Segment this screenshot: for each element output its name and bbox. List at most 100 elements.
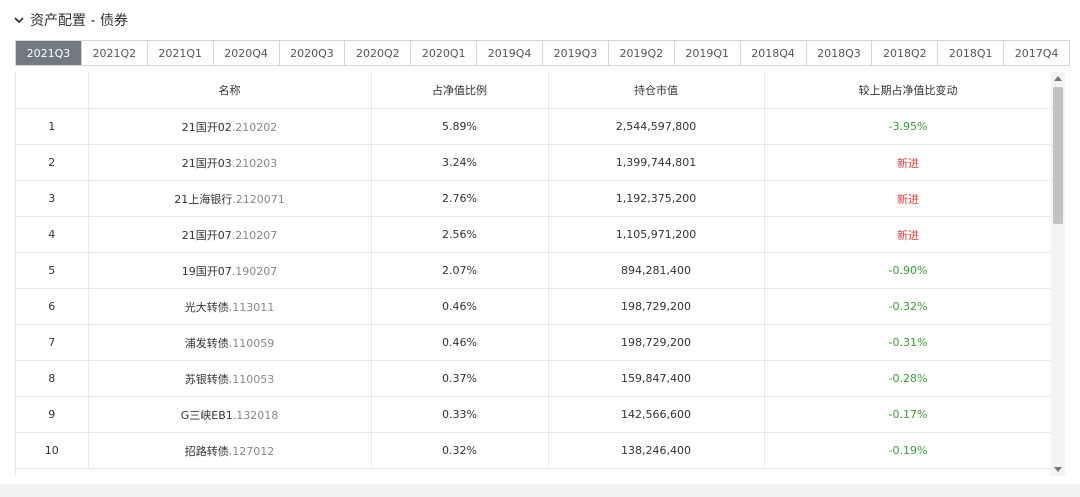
row-rank: 6 [16,288,89,325]
header-ratio[interactable]: 占净值比例 [371,72,549,109]
row-name-cell[interactable]: 21国开03.210203 [88,144,372,181]
section-header[interactable]: 资产配置 - 债券 [12,9,128,31]
row-market-value: 159,847,400 [548,360,765,397]
row-change: -0.17% [764,396,1053,433]
table-row[interactable]: 9 G三峡EB1.132018 0.33% 142,566,600 -0.17% [16,396,1053,433]
bond-name[interactable]: 招路转债 [185,445,229,458]
table-row[interactable]: 4 21国开07.210207 2.56% 1,105,971,200 新进 [16,216,1053,253]
row-name-cell[interactable]: 19国开07.190207 [88,252,372,289]
tab-2020Q2[interactable]: 2020Q2 [345,41,412,65]
row-ratio: 5.89% [371,108,549,145]
scroll-up-icon[interactable] [1054,76,1062,81]
header-name[interactable]: 名称 [88,72,372,109]
bond-allocation-panel: 资产配置 - 债券 2021Q3 2021Q2 2021Q1 2020Q4 2020Q3… [0,0,1080,497]
tab-2018Q2[interactable]: 2018Q2 [872,41,939,65]
bond-name[interactable]: 21国开03 [182,157,232,170]
tab-2019Q4[interactable]: 2019Q4 [477,41,543,65]
bond-name[interactable]: 21国开07 [182,229,232,242]
table-row[interactable]: 2 21国开03.210203 3.24% 1,399,744,801 新进 [16,144,1053,181]
tab-2020Q4[interactable]: 2020Q4 [213,41,280,65]
row-change: -0.19% [764,432,1053,469]
tab-2019Q2[interactable]: 2019Q2 [608,41,675,65]
bond-name[interactable]: 浦发转债 [185,337,229,350]
table-row[interactable]: 1 21国开02.210202 5.89% 2,544,597,800 -3.95% [16,108,1053,145]
row-change: -3.95% [764,108,1053,145]
table-row[interactable]: 6 光大转债.113011 0.46% 198,729,200 -0.32% [16,288,1053,325]
bond-name[interactable]: 21国开02 [182,121,232,134]
row-ratio: 0.33% [371,396,549,433]
bond-code: .210202 [231,120,278,134]
bond-name[interactable]: 光大转债 [185,301,229,314]
tab-2021Q2[interactable]: 2021Q2 [81,41,148,65]
table-row[interactable]: 3 21上海银行.2120071 2.76% 1,192,375,200 新进 [16,180,1053,217]
bottom-divider [0,484,1080,497]
row-name-cell[interactable]: 21上海银行.2120071 [88,180,372,217]
bond-code: .190207 [231,264,278,278]
row-change: -0.31% [764,324,1053,361]
header-rank [16,72,89,109]
tab-2019Q3[interactable]: 2019Q3 [543,41,609,65]
row-name-cell[interactable]: 光大转债.113011 [88,288,372,325]
row-ratio: 2.56% [371,216,549,253]
row-market-value: 138,246,400 [548,432,765,469]
bond-code: .132018 [232,408,279,422]
row-rank: 9 [16,396,89,433]
row-ratio: 2.07% [371,252,549,289]
table-row[interactable]: 10 招路转债.127012 0.32% 138,246,400 -0.19% [16,432,1053,469]
table-header-row: 名称 占净值比例 持仓市值 较上期占净值比变动 [16,72,1053,109]
scroll-down-icon[interactable] [1054,467,1062,472]
tab-2018Q4[interactable]: 2018Q4 [740,41,807,65]
row-rank: 5 [16,252,89,289]
tab-2020Q1[interactable]: 2020Q1 [411,41,478,65]
tab-2018Q1[interactable]: 2018Q1 [938,41,1005,65]
row-change: -0.90% [764,252,1053,289]
tab-2017Q4[interactable]: 2017Q4 [1004,41,1069,65]
bond-code: .210203 [231,156,278,170]
row-market-value: 1,399,744,801 [548,144,765,181]
row-ratio: 0.46% [371,324,549,361]
row-name-cell[interactable]: 招路转债.127012 [88,432,372,469]
bond-code: .210207 [231,228,278,242]
tab-2018Q3[interactable]: 2018Q3 [806,41,873,65]
row-market-value: 894,281,400 [548,252,765,289]
tab-2021Q3[interactable]: 2021Q3 [16,41,82,65]
chevron-down-icon[interactable] [12,13,26,27]
row-rank: 2 [16,144,89,181]
table-row[interactable]: 7 浦发转债.110059 0.46% 198,729,200 -0.31% [16,324,1053,361]
bond-name[interactable]: 19国开07 [182,265,232,278]
table-row[interactable]: 5 19国开07.190207 2.07% 894,281,400 -0.90% [16,252,1053,289]
row-name-cell[interactable]: 21国开07.210207 [88,216,372,253]
row-market-value: 2,544,597,800 [548,108,765,145]
bond-code: .127012 [228,444,275,458]
row-market-value: 198,729,200 [548,324,765,361]
row-change: 新进 [764,216,1053,253]
row-ratio: 2.76% [371,180,549,217]
row-market-value: 1,105,971,200 [548,216,765,253]
row-ratio: 0.32% [371,432,549,469]
holdings-table-container: 名称 占净值比例 持仓市值 较上期占净值比变动 1 21国开02.210202 5.… [15,72,1065,476]
row-name-cell[interactable]: G三峡EB1.132018 [88,396,372,433]
bond-name[interactable]: G三峡EB1 [181,409,233,422]
row-rank: 8 [16,360,89,397]
row-rank: 1 [16,108,89,145]
bond-name[interactable]: 苏银转债 [185,373,229,386]
row-name-cell[interactable]: 21国开02.210202 [88,108,372,145]
tab-2021Q1[interactable]: 2021Q1 [147,41,214,65]
row-change: -0.28% [764,360,1053,397]
tab-2019Q1[interactable]: 2019Q1 [674,41,741,65]
row-change: 新进 [764,144,1053,181]
quarter-tabs: 2021Q3 2021Q2 2021Q1 2020Q4 2020Q3 2020Q2 2020… [15,40,1070,66]
bond-name[interactable]: 21上海银行 [174,193,232,206]
scrollbar-thumb[interactable] [1053,87,1063,224]
header-change[interactable]: 较上期占净值比变动 [764,72,1053,109]
header-value[interactable]: 持仓市值 [548,72,765,109]
table-row[interactable]: 8 苏银转债.110053 0.37% 159,847,400 -0.28% [16,360,1053,397]
bond-code: .110053 [228,372,275,386]
row-ratio: 3.24% [371,144,549,181]
tab-2020Q3[interactable]: 2020Q3 [279,41,346,65]
row-name-cell[interactable]: 浦发转债.110059 [88,324,372,361]
row-market-value: 142,566,600 [548,396,765,433]
vertical-scrollbar[interactable] [1051,72,1065,476]
row-name-cell[interactable]: 苏银转债.110053 [88,360,372,397]
bond-code: .110059 [228,336,275,350]
